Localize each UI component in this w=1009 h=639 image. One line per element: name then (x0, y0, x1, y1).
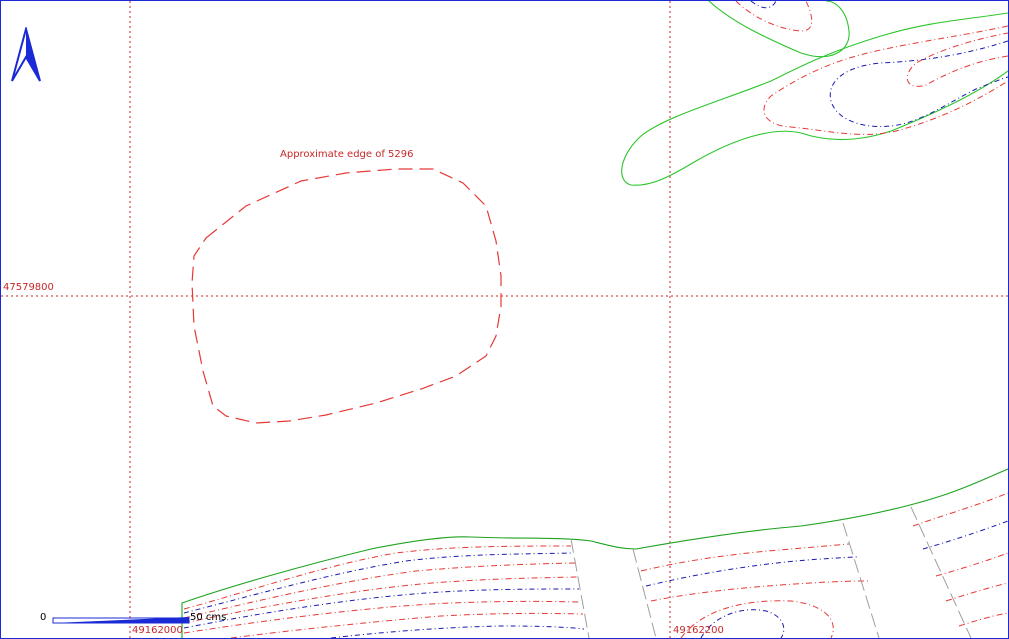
contour-blue-upper-2 (750, 1, 777, 9)
hachure-line (570, 538, 590, 638)
grid-label-northing: 47579800 (3, 282, 54, 293)
map-viewport[interactable]: Approximate edge of 5296 47579800 491620… (0, 0, 1009, 639)
contour-blue-lower-4 (645, 556, 860, 587)
contour-red-upper-3 (735, 1, 813, 32)
upper-right-feature (621, 1, 1008, 186)
hachure-line (910, 506, 972, 638)
contour-red-lower-1 (183, 545, 572, 610)
contour-red-upper-2 (906, 32, 1008, 87)
contour-red-lower-5 (230, 612, 584, 638)
lower-feature (181, 468, 1008, 638)
hachure-line (842, 522, 880, 638)
scale-bar: 0 50 cms (37, 612, 257, 628)
boundary-bottom (181, 468, 1008, 638)
boundary-upper-right (621, 12, 1008, 186)
contour-red-lower-7 (650, 580, 870, 602)
contour-red-lower-11 (945, 582, 1008, 602)
scale-start-label: 0 (40, 612, 47, 623)
annotation-label: Approximate edge of 5296 (280, 149, 414, 160)
grid-lines (1, 1, 1008, 638)
contour-red-lower-2 (183, 562, 576, 619)
contour-red-lower-10 (935, 552, 1008, 577)
contour-blue-lower-3 (330, 625, 585, 638)
contour-blue-upper-1 (829, 40, 1008, 128)
boundary-upper-right-lobe (708, 1, 850, 58)
scale-bar-icon (52, 617, 190, 624)
hachure-lines (570, 506, 972, 638)
north-arrow-icon (11, 27, 41, 82)
contour-red-lower-12 (958, 612, 1008, 627)
hachure-line (632, 548, 657, 638)
site-plan-drawing[interactable] (1, 1, 1008, 638)
contour-red-lower-9 (912, 492, 1008, 527)
scale-end-label: 50 cms (190, 612, 227, 623)
grid-label-easting-2: 49162200 (673, 625, 724, 636)
contour-red-upper-1 (763, 25, 1008, 135)
contour-blue-lower-6 (922, 520, 1008, 550)
